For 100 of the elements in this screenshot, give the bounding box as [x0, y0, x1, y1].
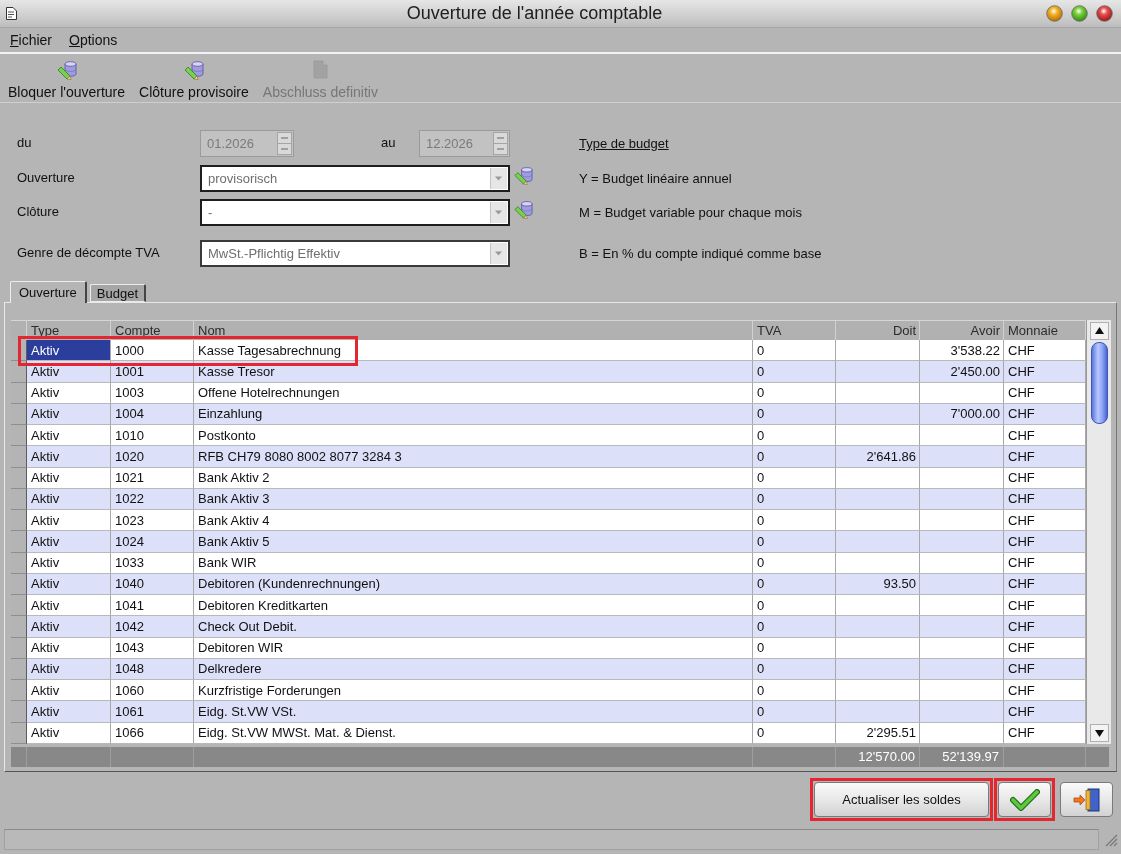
table-cell: 1066	[111, 722, 194, 744]
menu-item[interactable]: Options	[69, 32, 118, 48]
database-pencil-icon[interactable]	[514, 200, 533, 219]
tab[interactable]: Ouverture	[10, 281, 87, 303]
row-header[interactable]	[11, 531, 27, 553]
table-cell: Kasse Tresor	[194, 361, 753, 383]
table-cell: CHF	[1004, 552, 1086, 574]
table-cell: 0	[753, 382, 836, 404]
table-cell: 0	[753, 722, 836, 744]
scroll-down-icon[interactable]	[1089, 723, 1109, 742]
table-cell: CHF	[1004, 488, 1086, 510]
table-cell: Debitoren Kreditkarten	[194, 595, 753, 617]
table-cell: 1020	[111, 446, 194, 468]
table-cell: Check Out Debit.	[194, 616, 753, 638]
toolbar-button[interactable]: Clôture provisoire	[139, 60, 249, 100]
minimize-icon[interactable]	[1046, 5, 1063, 22]
legend-title: Type de budget	[579, 136, 669, 151]
row-header[interactable]	[11, 595, 27, 617]
dropdown-field[interactable]: provisorisch	[200, 165, 510, 192]
exit-button[interactable]	[1060, 782, 1113, 817]
row-header[interactable]	[11, 467, 27, 489]
table-cell: CHF	[1004, 340, 1086, 362]
table-cell: Aktiv	[27, 552, 111, 574]
tab[interactable]: Budget	[89, 284, 146, 302]
table-cell: 1041	[111, 595, 194, 617]
table-cell: 1023	[111, 510, 194, 532]
close-icon[interactable]	[1096, 5, 1113, 22]
toolbar-button[interactable]: Bloquer l'ouverture	[8, 60, 126, 100]
table-cell: 0	[753, 425, 836, 447]
menu-item[interactable]: Fichier	[10, 32, 53, 48]
table-cell: Aktiv	[27, 382, 111, 404]
row-header[interactable]	[11, 552, 27, 574]
table-cell: CHF	[1004, 382, 1086, 404]
table-cell: 0	[753, 680, 836, 702]
table-cell: 0	[753, 552, 836, 574]
checkmark-icon	[1009, 788, 1040, 811]
table-cell: Debitoren WIR	[194, 637, 753, 659]
table-cell: Aktiv	[27, 637, 111, 659]
table-cell: 1042	[111, 616, 194, 638]
table-cell: 0	[753, 637, 836, 659]
dropdown-field[interactable]: MwSt.-Pflichtig Effektiv	[200, 240, 510, 267]
table-cell: 1061	[111, 701, 194, 723]
table-cell: Aktiv	[27, 531, 111, 553]
table-cell: Bank Aktiv 2	[194, 467, 753, 489]
table-cell: Aktiv	[27, 658, 111, 680]
total-cell: 12'570.00	[836, 746, 920, 767]
scroll-up-icon[interactable]	[1089, 322, 1109, 340]
row-header[interactable]	[11, 403, 27, 425]
table-cell: 1010	[111, 425, 194, 447]
spin-arrows-icon[interactable]	[277, 132, 292, 155]
spin-arrows-icon[interactable]	[493, 132, 508, 155]
row-header[interactable]	[11, 382, 27, 404]
table-cell: Aktiv	[27, 573, 111, 595]
table-cell: 1043	[111, 637, 194, 659]
table-cell: 0	[753, 510, 836, 532]
table-cell: Aktiv	[27, 446, 111, 468]
table-cell: Einzahlung	[194, 403, 753, 425]
table-cell: CHF	[1004, 658, 1086, 680]
table-cell: Aktiv	[27, 701, 111, 723]
table-cell: 7'000.00	[920, 403, 1004, 425]
table-cell: 1048	[111, 658, 194, 680]
table-cell: Debitoren (Kundenrechnungen)	[194, 573, 753, 595]
table-cell: Kurzfristige Forderungen	[194, 680, 753, 702]
table-cell: CHF	[1004, 361, 1086, 383]
row-header[interactable]	[11, 658, 27, 680]
row-header[interactable]	[11, 573, 27, 595]
row-header[interactable]	[11, 701, 27, 723]
row-header[interactable]	[11, 637, 27, 659]
scrollbar[interactable]	[1086, 320, 1111, 744]
table-cell: Aktiv	[27, 340, 111, 362]
refresh-balances-button[interactable]: Actualiser les soldes	[814, 782, 989, 817]
dropdown-field[interactable]: -	[200, 199, 510, 226]
maximize-icon[interactable]	[1071, 5, 1088, 22]
database-pencil-icon[interactable]	[514, 166, 533, 185]
table-cell: CHF	[1004, 722, 1086, 744]
table-cell: Bank Aktiv 5	[194, 531, 753, 553]
table-cell: Delkredere	[194, 658, 753, 680]
table-cell: Postkonto	[194, 425, 753, 447]
row-header[interactable]	[11, 680, 27, 702]
database-pencil-icon	[56, 60, 77, 80]
table-cell: 1033	[111, 552, 194, 574]
table-cell: 0	[753, 403, 836, 425]
table-cell: CHF	[1004, 637, 1086, 659]
table-cell: 2'641.86	[836, 446, 920, 468]
table-cell: 0	[753, 446, 836, 468]
row-header[interactable]	[11, 616, 27, 638]
row-header[interactable]	[11, 510, 27, 532]
table-cell: 0	[753, 340, 836, 362]
total-cell: 52'139.97	[920, 746, 1004, 767]
table-cell: 0	[753, 488, 836, 510]
scrollbar-thumb[interactable]	[1090, 342, 1108, 424]
table-cell: Bank Aktiv 4	[194, 510, 753, 532]
row-header[interactable]	[11, 425, 27, 447]
table-cell: 1004	[111, 403, 194, 425]
row-header[interactable]	[11, 488, 27, 510]
field-label: Genre de décompte TVA	[17, 244, 161, 260]
field-label: Ouverture	[17, 169, 76, 185]
row-header[interactable]	[11, 722, 27, 744]
table-cell: CHF	[1004, 531, 1086, 553]
row-header[interactable]	[11, 446, 27, 468]
